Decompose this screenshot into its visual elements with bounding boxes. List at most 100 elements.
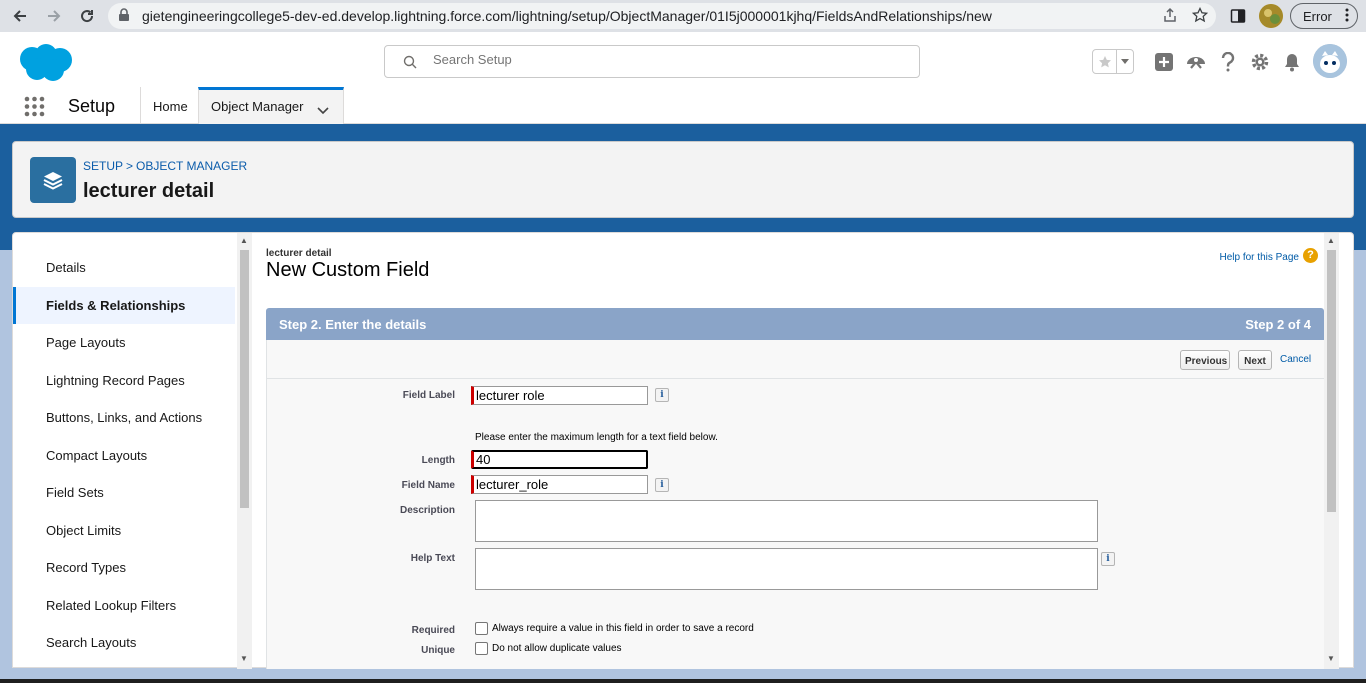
layers-icon: [30, 157, 76, 203]
scroll-up-icon[interactable]: ▲: [1327, 236, 1335, 245]
required-checkbox[interactable]: [475, 622, 488, 635]
sidebar-item-record-types[interactable]: Record Types: [13, 549, 235, 586]
sidebar-item-label: Page Layouts: [46, 335, 126, 350]
back-icon[interactable]: [8, 4, 32, 28]
salesforce-logo[interactable]: [15, 42, 75, 87]
step-count: Step 2 of 4: [1245, 317, 1311, 332]
cancel-link[interactable]: Cancel: [1280, 354, 1311, 365]
profile-error-button[interactable]: Error: [1290, 3, 1358, 29]
help-text-label: Help Text: [410, 553, 455, 564]
field-label-input[interactable]: [471, 386, 648, 405]
help-for-this-page-link[interactable]: Help for this Page: [1220, 252, 1300, 263]
info-icon[interactable]: i: [1101, 552, 1115, 566]
help-icon[interactable]: [1212, 49, 1244, 74]
info-icon[interactable]: i: [655, 478, 669, 492]
sidebar-item-lightning-record-pages[interactable]: Lightning Record Pages: [13, 362, 235, 399]
search-input[interactable]: [433, 52, 893, 67]
description-label: Description: [399, 505, 455, 516]
scroll-down-icon[interactable]: ▼: [240, 654, 248, 663]
sidebar-item-fields-relationships[interactable]: Fields & Relationships: [13, 287, 235, 324]
sidebar-item-page-layouts[interactable]: Page Layouts: [13, 324, 235, 361]
sidebar-item-label: Buttons, Links, and Actions: [46, 410, 203, 425]
sidebar-item-search-layouts[interactable]: Search Layouts: [13, 624, 235, 661]
step-header: Step 2. Enter the details Step 2 of 4: [266, 308, 1324, 340]
global-header: [0, 37, 1366, 87]
trailhead-guidance-icon[interactable]: [1180, 49, 1212, 74]
bookmark-star-icon[interactable]: [1191, 6, 1209, 26]
required-text: Always require a value in this field in …: [492, 623, 754, 634]
setup-search[interactable]: [384, 45, 920, 78]
global-actions-icon[interactable]: [1148, 49, 1180, 74]
sidebar-item-details[interactable]: Details: [13, 249, 235, 286]
more-icon: [1345, 8, 1349, 25]
scrollbar-thumb[interactable]: [240, 250, 249, 508]
address-bar[interactable]: gietengineeringcollege5-dev-ed.develop.l…: [108, 3, 1216, 29]
next-button[interactable]: Next: [1238, 350, 1272, 370]
tab-object-manager-label: Object Manager: [211, 99, 304, 114]
sidebar-item-related-lookup-filters[interactable]: Related Lookup Filters: [13, 587, 235, 624]
length-label: Length: [421, 455, 455, 466]
sidebar-item-label: Search Layouts: [46, 635, 137, 650]
content-scrollbar[interactable]: ▲ ▼: [1324, 233, 1339, 669]
sidebar-item-label: Object Limits: [46, 523, 122, 538]
sidebar-item-label: Compact Layouts: [46, 448, 148, 463]
lock-icon: [118, 8, 130, 25]
field-name-input[interactable]: [471, 475, 648, 494]
sidebar-item-label: Record Types: [46, 560, 126, 575]
page-title: lecturer detail: [83, 180, 215, 202]
browser-toolbar: gietengineeringcollege5-dev-ed.develop.l…: [0, 0, 1366, 32]
tab-object-manager[interactable]: Object Manager: [198, 87, 344, 124]
help-question-icon[interactable]: ?: [1303, 248, 1318, 263]
help-text-textarea[interactable]: [475, 548, 1098, 590]
sidebar-item-buttons-links-actions[interactable]: Buttons, Links, and Actions: [13, 399, 235, 436]
info-icon[interactable]: i: [655, 388, 669, 402]
breadcrumb-setup[interactable]: Setup: [83, 159, 123, 173]
reload-icon[interactable]: [75, 4, 99, 28]
scroll-down-icon[interactable]: ▼: [1327, 654, 1335, 663]
unique-checkbox[interactable]: [475, 642, 488, 655]
description-textarea[interactable]: [475, 500, 1098, 542]
app-name: Setup: [68, 96, 116, 116]
gear-icon[interactable]: [1244, 49, 1276, 74]
sidebar-item-field-sets[interactable]: Field Sets: [13, 474, 235, 511]
tab-home-label: Home: [153, 99, 188, 114]
tab-home[interactable]: Home: [140, 87, 200, 124]
user-avatar[interactable]: [1313, 44, 1347, 78]
taskbar-edge: [0, 679, 1366, 683]
forward-icon[interactable]: [42, 4, 66, 28]
notifications-bell-icon[interactable]: [1276, 49, 1308, 74]
side-panel-icon[interactable]: [1230, 8, 1246, 27]
scroll-up-icon[interactable]: ▲: [240, 236, 248, 245]
object-sidebar: Details Fields & Relationships Page Layo…: [13, 233, 237, 669]
setup-content-frame: lecturer detail New Custom Field Help fo…: [253, 233, 1324, 669]
object-header-card: Setup > Object Manager lecturer detail: [12, 141, 1354, 218]
unique-label: Unique: [421, 645, 455, 656]
sidebar-item-compact-layouts[interactable]: Compact Layouts: [13, 437, 235, 474]
sidebar-item-label: Related Lookup Filters: [46, 598, 177, 613]
object-name: lecturer detail: [266, 248, 332, 259]
app-launcher-icon[interactable]: [24, 96, 45, 120]
search-icon: [403, 55, 417, 72]
share-icon[interactable]: [1162, 7, 1178, 26]
sidebar-item-label: Lightning Record Pages: [46, 373, 185, 388]
main-panel: Details Fields & Relationships Page Layo…: [12, 232, 1354, 669]
chevron-down-icon[interactable]: [317, 103, 329, 118]
sidebar-item-object-limits[interactable]: Object Limits: [13, 512, 235, 549]
field-details-form: Previous Next Cancel Field Label i Pleas…: [266, 340, 1324, 669]
step-title: Step 2. Enter the details: [279, 317, 427, 332]
previous-button[interactable]: Previous: [1180, 350, 1230, 370]
scrollbar-thumb[interactable]: [1327, 250, 1336, 512]
breadcrumb: Setup > Object Manager: [83, 159, 247, 173]
favorites-dropdown-icon[interactable]: [1117, 50, 1133, 73]
new-custom-field-title: New Custom Field: [266, 259, 430, 281]
sidebar-item-label: Field Sets: [46, 485, 104, 500]
sidebar-item-label: Fields & Relationships: [46, 298, 186, 313]
length-hint: Please enter the maximum length for a te…: [475, 432, 718, 443]
favorite-star-icon[interactable]: [1093, 50, 1117, 73]
sidebar-scrollbar[interactable]: ▲ ▼: [237, 233, 252, 669]
length-input[interactable]: [471, 450, 648, 469]
error-label: Error: [1303, 9, 1332, 24]
breadcrumb-object-manager[interactable]: Object Manager: [136, 159, 247, 173]
profile-avatar[interactable]: [1259, 4, 1283, 28]
field-name-label: Field Name: [401, 480, 455, 491]
